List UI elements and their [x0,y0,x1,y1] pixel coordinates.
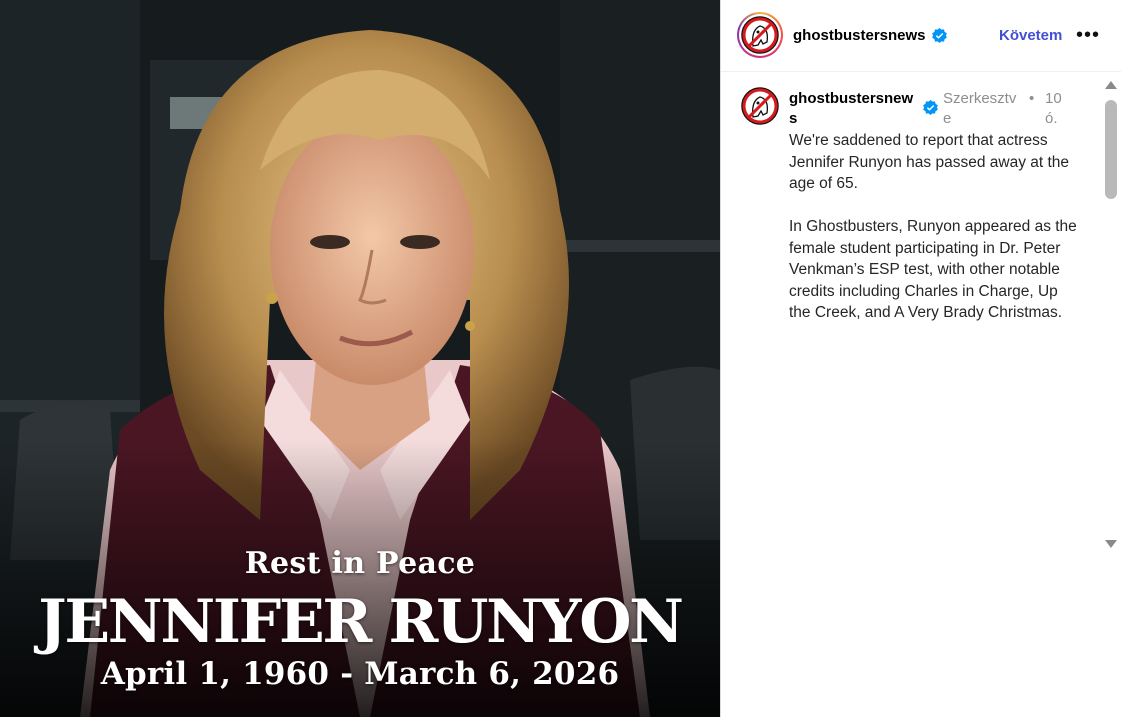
caption-paragraph: In Ghostbusters, Runyon appeared as the … [789,218,1077,321]
more-options-icon[interactable]: ••• [1076,25,1100,45]
caption-rest-in-peace: Rest in Peace [244,546,476,581]
ghost-logo-icon[interactable] [741,87,779,125]
verified-badge-icon [923,100,938,115]
caption-name: JENNIFER RUNYON [38,587,684,657]
caption-paragraph: We're saddened to report that actress Je… [789,132,1070,192]
scrollbar-thumb[interactable] [1105,100,1117,199]
separator-dot: • [1029,90,1035,107]
scroll-up-arrow-icon[interactable] [1105,81,1117,89]
post-header: ghostbustersnews Követem ••• [721,0,1121,72]
follow-button[interactable]: Követem [999,27,1062,44]
timestamp[interactable]: 10 ó. [1045,89,1067,129]
verified-badge-icon [932,28,947,43]
comment-username[interactable]: ghostbustersnews [789,89,921,129]
avatar[interactable] [737,12,783,58]
post-media[interactable]: Rest in Peace JENNIFER RUNYON April 1, 1… [0,0,720,717]
caption-text: We're saddened to report that actress Je… [789,130,1081,345]
scroll-down-arrow-icon[interactable] [1105,540,1117,548]
scrollbar[interactable] [1102,73,1121,553]
caption-comment: ghostbustersnews Szerkesztve • 10 ó. We'… [721,73,1101,717]
header-username[interactable]: ghostbustersnews [793,27,926,44]
caption-dates: April 1, 1960 - March 6, 2026 [100,656,620,692]
post-detail-panel: ghostbustersnews Követem ••• ghostbuster… [720,0,1121,717]
ghost-logo-icon [741,16,779,54]
edited-label: Szerkesztve [943,90,1017,127]
